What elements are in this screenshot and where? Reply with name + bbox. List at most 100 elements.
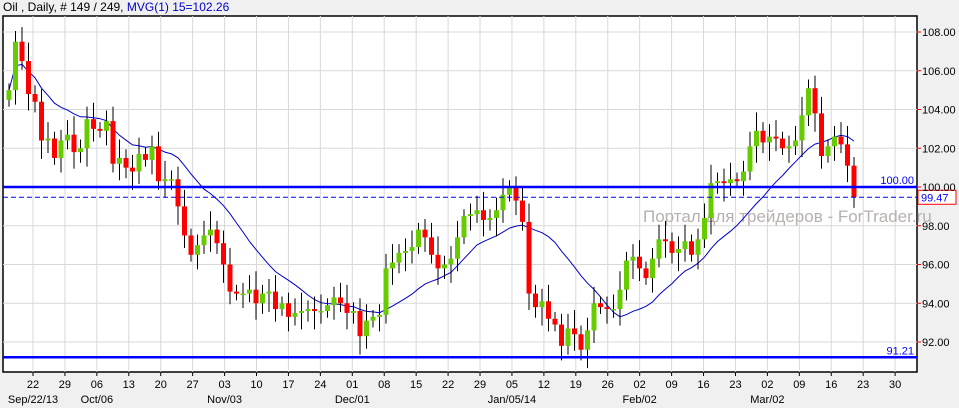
candle-body: [188, 235, 194, 255]
candle-body: [104, 121, 109, 131]
candle-body: [123, 157, 129, 168]
candle-body: [416, 229, 421, 248]
candle-body: [656, 239, 662, 259]
candle-body: [364, 320, 369, 337]
candle-body: [604, 307, 610, 310]
candle-body: [812, 88, 818, 114]
candle-body: [6, 90, 12, 100]
candle-body: [26, 61, 31, 94]
candle-body: [39, 101, 44, 141]
candle-body: [760, 130, 766, 143]
price-chart[interactable]: Портал для трейдеров - ForTrader.ru 100.…: [0, 0, 959, 408]
candle-body: [513, 187, 519, 201]
candle-body: [227, 264, 233, 292]
x-month-label: Sep/22/13: [8, 394, 58, 406]
x-tick-label: 06: [91, 379, 103, 391]
x-tick-label: 02: [634, 379, 646, 391]
candle-body: [617, 289, 623, 310]
y-tick-label: 108.00: [922, 27, 956, 39]
candle-body: [773, 136, 779, 139]
candle-body: [45, 138, 51, 141]
x-tick-label: 09: [793, 379, 805, 391]
x-tick-label: 29: [474, 379, 486, 391]
candle-body: [435, 254, 441, 269]
candle-body: [695, 239, 701, 255]
x-tick-label: 17: [282, 379, 294, 391]
candle-body: [266, 291, 272, 294]
candle-body: [305, 309, 311, 311]
candle-body: [409, 247, 415, 251]
candle-body: [494, 210, 499, 218]
x-month-label: Mar/02: [750, 394, 784, 406]
candle-body: [461, 216, 467, 238]
candle-body: [546, 301, 551, 319]
x-tick-label: 09: [665, 379, 677, 391]
y-tick-label: 92.00: [922, 337, 950, 349]
candle-body: [533, 293, 538, 308]
candle-body: [669, 241, 675, 253]
candle-body: [715, 181, 720, 184]
candle-body: [338, 297, 343, 304]
candle-body: [578, 334, 584, 350]
candle-body: [234, 291, 239, 294]
candle-body: [851, 165, 857, 198]
candle-body: [370, 316, 376, 321]
candle-body: [474, 210, 480, 215]
candle-body: [299, 311, 304, 313]
candle-body: [591, 303, 597, 331]
x-month-label: Nov/03: [207, 394, 242, 406]
x-tick-label: 13: [123, 379, 135, 391]
candle-body: [572, 328, 577, 335]
candle-body: [585, 330, 590, 350]
candle-body: [344, 303, 350, 313]
candle-body: [292, 312, 298, 317]
x-tick-label: 08: [378, 379, 390, 391]
candle-body: [279, 303, 285, 310]
candle-body: [351, 311, 356, 313]
x-month-label: Jan/05/14: [488, 394, 536, 406]
candle-body: [481, 210, 486, 220]
candle-body: [650, 258, 655, 279]
current-price-label: 99.47: [921, 192, 949, 204]
candle-body: [624, 260, 629, 290]
candle-body: [767, 136, 772, 143]
candle-body: [143, 154, 148, 160]
candle-body: [390, 262, 395, 269]
candle-body: [19, 41, 25, 62]
candle-body: [221, 243, 226, 265]
candle-body: [117, 157, 122, 164]
candle-body: [611, 309, 616, 311]
candle-body: [663, 239, 668, 242]
candle-body: [552, 318, 558, 325]
x-tick-label: 27: [187, 379, 199, 391]
candle-body: [565, 328, 571, 346]
candle-body: [422, 229, 428, 238]
x-month-label: Dec/01: [335, 394, 370, 406]
candle-body: [84, 119, 90, 149]
candle-body: [702, 218, 707, 240]
candle-body: [97, 128, 103, 131]
candle-body: [838, 136, 844, 145]
candle-body: [825, 146, 831, 156]
candle-body: [208, 229, 213, 236]
candle-body: [643, 268, 649, 279]
candle-body: [448, 258, 454, 265]
y-tick-label: 98.00: [922, 221, 950, 233]
x-month-label: Feb/02: [623, 394, 657, 406]
candle-body: [806, 88, 811, 116]
candle-body: [286, 303, 291, 317]
candle-body: [175, 179, 181, 207]
y-tick-label: 96.00: [922, 260, 950, 272]
candle-body: [708, 183, 714, 218]
candle-body: [78, 148, 83, 153]
candle-body: [52, 138, 57, 158]
candle-body: [747, 146, 753, 172]
level-label: 100.00: [880, 175, 914, 187]
candle-body: [689, 241, 694, 255]
x-tick-label: 29: [59, 379, 71, 391]
x-tick-label: 01: [346, 379, 358, 391]
candle-body: [455, 237, 460, 259]
candle-body: [136, 154, 142, 172]
candle-body: [260, 293, 265, 304]
candle-body: [201, 235, 207, 246]
